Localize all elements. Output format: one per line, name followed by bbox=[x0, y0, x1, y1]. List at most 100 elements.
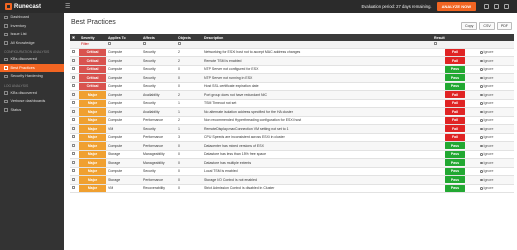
result-badge[interactable]: Pass bbox=[445, 65, 465, 73]
sidebar-item-security-hardening[interactable]: Security Hardening bbox=[0, 72, 64, 81]
table-row[interactable]: Major Compute Performance 0 Datacenter has m… bbox=[70, 141, 514, 151]
sidebar-item-kbs-discovered[interactable]: KBs discovered bbox=[0, 55, 64, 64]
help-icon[interactable] bbox=[494, 4, 499, 9]
objects-cell[interactable]: 2 bbox=[176, 90, 202, 100]
ignore-toggle[interactable]: Ignore bbox=[478, 90, 514, 100]
row-select[interactable] bbox=[70, 56, 79, 66]
ignore-toggle[interactable]: Ignore bbox=[478, 99, 514, 108]
result-badge[interactable]: Fail bbox=[445, 91, 465, 99]
sidebar-item-kbs-discovered[interactable]: KBs discovered bbox=[0, 89, 64, 98]
select-all-checkbox[interactable] bbox=[72, 35, 75, 39]
sidebar-item-status[interactable]: Status bbox=[0, 106, 64, 115]
row-select[interactable] bbox=[70, 141, 79, 151]
row-select[interactable] bbox=[70, 116, 79, 125]
objects-cell[interactable]: 0 bbox=[176, 65, 202, 74]
result-badge[interactable]: Fail bbox=[445, 125, 465, 133]
objects-cell[interactable]: 0 bbox=[176, 158, 202, 168]
result-badge[interactable]: Fail bbox=[445, 108, 465, 116]
table-row[interactable]: Major Compute Performance 3 CPU Speeds are i… bbox=[70, 133, 514, 142]
table-row[interactable]: Major Storage Manageability 0 Datastore has … bbox=[70, 150, 514, 159]
ignore-toggle[interactable]: Ignore bbox=[478, 48, 514, 57]
header-affects[interactable]: Affects bbox=[141, 34, 176, 41]
result-badge[interactable]: Pass bbox=[445, 167, 465, 175]
result-badge[interactable]: Pass bbox=[445, 159, 465, 167]
ignore-toggle[interactable]: Ignore bbox=[478, 56, 514, 66]
row-select[interactable] bbox=[70, 65, 79, 74]
header-result[interactable]: Result bbox=[432, 34, 478, 41]
ignore-toggle[interactable]: Ignore bbox=[478, 150, 514, 159]
objects-cell[interactable]: 2 bbox=[176, 48, 202, 57]
row-checkbox[interactable] bbox=[72, 160, 75, 164]
ignore-toggle[interactable]: Ignore bbox=[478, 184, 514, 193]
row-checkbox[interactable] bbox=[72, 169, 75, 173]
sidebar-item-best-practices[interactable]: Best Practices bbox=[0, 63, 64, 72]
ignore-toggle[interactable]: Ignore bbox=[478, 107, 514, 117]
row-checkbox[interactable] bbox=[72, 152, 75, 156]
row-checkbox[interactable] bbox=[72, 118, 75, 122]
ignore-toggle[interactable]: Ignore bbox=[478, 124, 514, 134]
row-checkbox[interactable] bbox=[72, 67, 75, 71]
sidebar-item-dashboard[interactable]: Dashboard bbox=[0, 13, 64, 22]
ignore-toggle[interactable]: Ignore bbox=[478, 167, 514, 176]
row-checkbox[interactable] bbox=[72, 177, 75, 181]
objects-cell[interactable]: 0 bbox=[176, 141, 202, 151]
objects-cell[interactable]: 2 bbox=[176, 116, 202, 125]
table-row[interactable]: Major Compute Availability 1 No alternate is… bbox=[70, 107, 514, 117]
pdf-button[interactable]: PDF bbox=[496, 22, 512, 30]
row-checkbox[interactable] bbox=[72, 109, 75, 113]
csv-button[interactable]: CSV bbox=[479, 22, 495, 30]
ignore-toggle[interactable]: Ignore bbox=[478, 175, 514, 185]
result-badge[interactable]: Fail bbox=[445, 116, 465, 124]
result-badge[interactable]: Fail bbox=[445, 57, 465, 65]
row-select[interactable] bbox=[70, 184, 79, 193]
row-checkbox[interactable] bbox=[72, 84, 75, 88]
result-badge[interactable]: Pass bbox=[445, 142, 465, 150]
objects-filter-dropdown[interactable] bbox=[178, 42, 181, 46]
analyze-now-button[interactable]: ANALYZE NOW bbox=[436, 2, 476, 11]
objects-cell[interactable]: 0 bbox=[176, 167, 202, 176]
result-badge[interactable]: Fail bbox=[445, 48, 465, 56]
header-objects[interactable]: Objects bbox=[176, 34, 202, 41]
row-select[interactable] bbox=[70, 133, 79, 142]
objects-cell[interactable]: 2 bbox=[176, 56, 202, 66]
table-row[interactable]: Critical Compute Security 0 Host SSL certifi… bbox=[70, 82, 514, 91]
row-select[interactable] bbox=[70, 150, 79, 159]
row-checkbox[interactable] bbox=[72, 92, 75, 96]
result-badge[interactable]: Pass bbox=[445, 184, 465, 192]
table-row[interactable]: Major Compute Security 1 TSM Timeout not set… bbox=[70, 99, 514, 108]
table-row[interactable]: Critical Compute Security 0 NTP Server not r… bbox=[70, 73, 514, 83]
header-applies-to[interactable]: Applies To bbox=[106, 34, 141, 41]
result-badge[interactable]: Fail bbox=[445, 133, 465, 141]
header-severity[interactable]: Severity bbox=[79, 34, 106, 41]
objects-cell[interactable]: 0 bbox=[176, 82, 202, 91]
objects-cell[interactable]: 0 bbox=[176, 150, 202, 159]
row-select[interactable] bbox=[70, 124, 79, 134]
row-checkbox[interactable] bbox=[72, 58, 75, 62]
objects-cell[interactable]: 1 bbox=[176, 99, 202, 108]
objects-cell[interactable]: 1 bbox=[176, 124, 202, 134]
table-row[interactable]: Major Storage Manageability 0 Datastore has … bbox=[70, 158, 514, 168]
sidebar-item-all-knowledge[interactable]: All Knowledge bbox=[0, 39, 64, 48]
result-badge[interactable]: Pass bbox=[445, 150, 465, 158]
row-checkbox[interactable] bbox=[72, 75, 75, 79]
table-row[interactable]: Critical Compute Security 0 NTP Server not c… bbox=[70, 65, 514, 74]
result-badge[interactable]: Pass bbox=[445, 176, 465, 184]
logo[interactable]: Runecast bbox=[5, 3, 63, 10]
table-row[interactable]: Major Storage Performance 0 Storage I/O Cont… bbox=[70, 175, 514, 185]
ignore-toggle[interactable]: Ignore bbox=[478, 133, 514, 142]
objects-cell[interactable]: 0 bbox=[176, 184, 202, 193]
row-checkbox[interactable] bbox=[72, 186, 75, 190]
row-select[interactable] bbox=[70, 175, 79, 185]
table-row[interactable]: Major VM Recoverability 0 Strict Admission C… bbox=[70, 184, 514, 193]
select-all-header[interactable] bbox=[70, 34, 79, 41]
ignore-toggle[interactable]: Ignore bbox=[478, 82, 514, 91]
sidebar-item-issue-list[interactable]: Issue List bbox=[0, 30, 64, 39]
table-row[interactable]: Critical Compute Security 2 Remote TSM is en… bbox=[70, 56, 514, 66]
row-checkbox[interactable] bbox=[72, 126, 75, 130]
table-row[interactable]: Major Compute Performance 2 Non recommended … bbox=[70, 116, 514, 125]
ignore-toggle[interactable]: Ignore bbox=[478, 73, 514, 83]
copy-button[interactable]: Copy bbox=[461, 22, 478, 30]
objects-cell[interactable]: 0 bbox=[176, 73, 202, 83]
row-select[interactable] bbox=[70, 48, 79, 57]
ignore-toggle[interactable]: Ignore bbox=[478, 116, 514, 125]
